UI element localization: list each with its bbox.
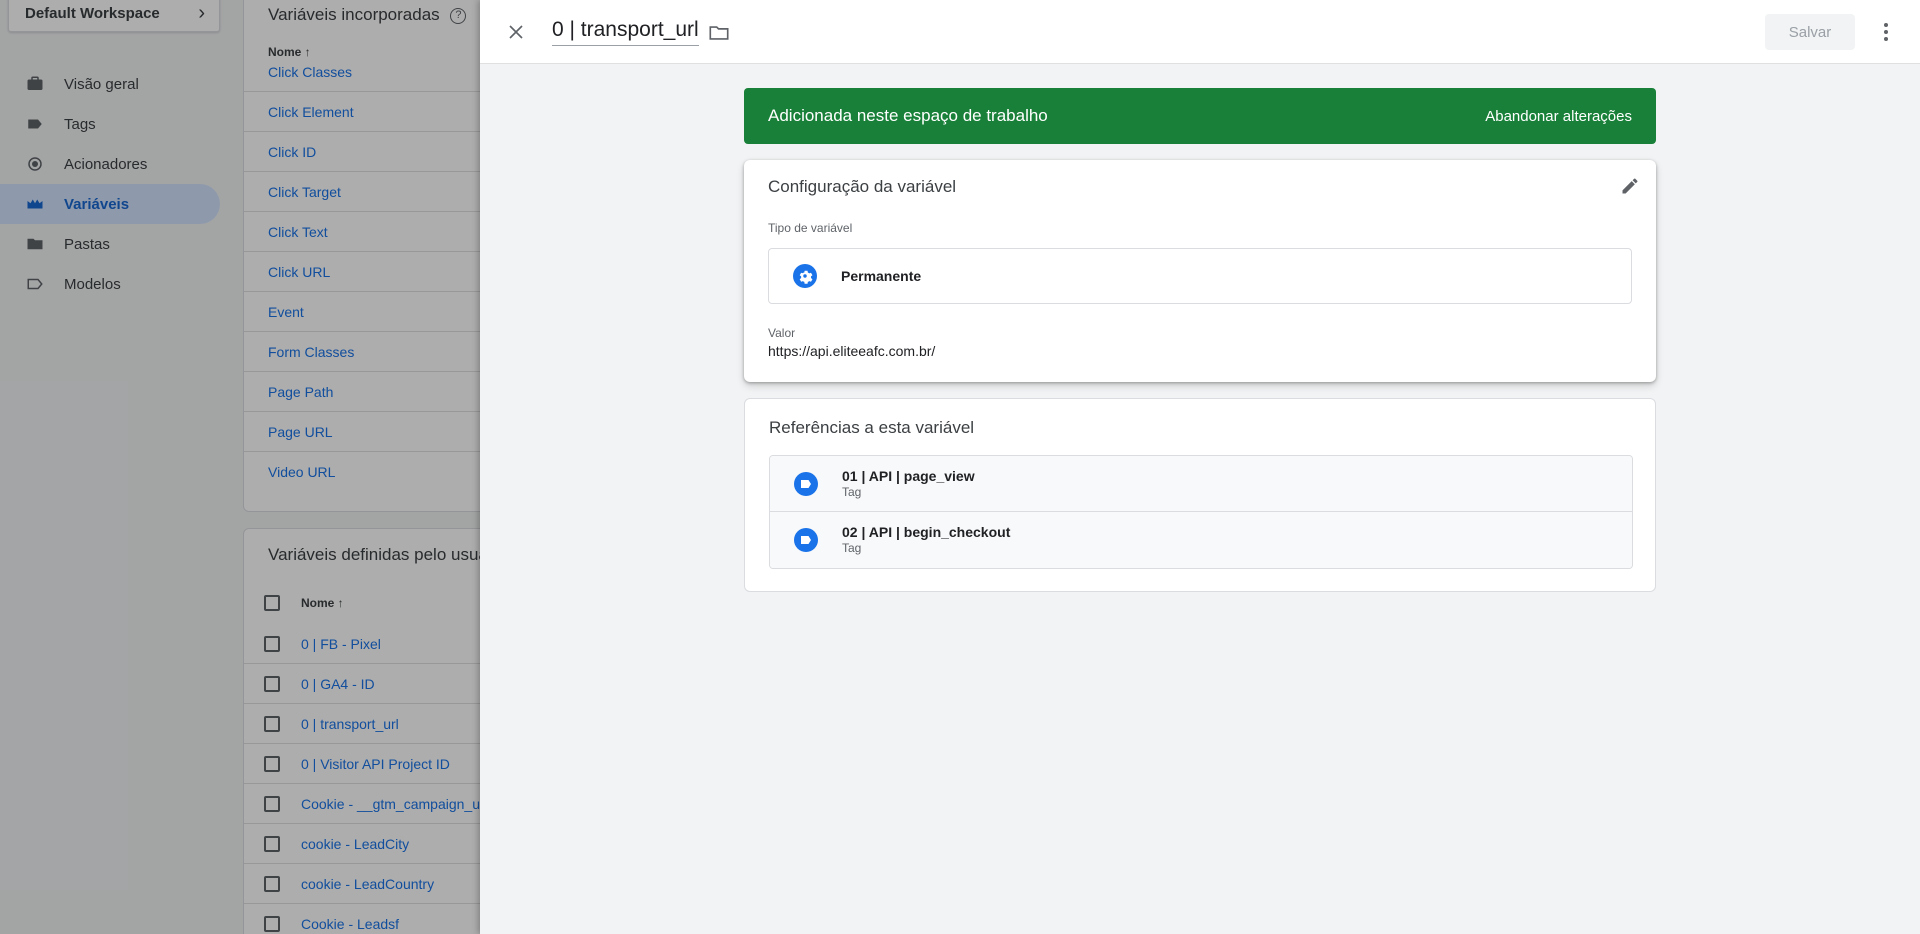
references-card: Referências a esta variável 01 | API | p… [744, 398, 1656, 592]
reference-item[interactable]: 02 | API | begin_checkout Tag [770, 512, 1632, 568]
value-label: Valor [768, 326, 796, 340]
folder-outline-icon [709, 26, 729, 40]
reference-name: 02 | API | begin_checkout [842, 524, 1011, 540]
close-icon [509, 25, 523, 39]
references-list: 01 | API | page_view Tag 02 | API | begi… [769, 455, 1633, 569]
variable-configuration-card[interactable]: Configuração da variável Tipo de variáve… [744, 160, 1656, 382]
scrim-overlay[interactable] [0, 0, 480, 934]
discard-changes-button[interactable]: Abandonar alterações [1485, 108, 1632, 125]
variable-detail-panel: 0 | transport_url Salvar Adicionada nest… [480, 0, 1920, 934]
more-vert-icon [1884, 23, 1888, 41]
gear-icon [793, 264, 817, 288]
variable-type-name: Permanente [841, 268, 922, 284]
references-title: Referências a esta variável [769, 418, 975, 437]
pencil-icon [1622, 178, 1638, 194]
reference-type: Tag [842, 541, 862, 555]
config-title: Configuração da variável [768, 177, 957, 196]
save-button[interactable]: Salvar [1765, 14, 1855, 50]
more-options-button[interactable] [1872, 18, 1900, 46]
tag-icon [794, 471, 818, 496]
reference-type: Tag [842, 484, 862, 499]
variable-type-box: Permanente [768, 248, 1632, 304]
variable-name-field[interactable]: 0 | transport_url [552, 18, 699, 46]
variable-value: https://api.eliteeafc.com.br/ [768, 343, 936, 359]
edit-button[interactable] [1618, 174, 1642, 198]
panel-header: 0 | transport_url Salvar [480, 0, 1920, 64]
tag-icon [794, 528, 818, 552]
reference-name: 01 | API | page_view [842, 467, 975, 484]
reference-item[interactable]: 01 | API | page_view Tag [770, 456, 1632, 512]
variable-type-label: Tipo de variável [768, 221, 853, 235]
close-button[interactable] [502, 18, 530, 46]
folder-button[interactable] [706, 20, 732, 46]
banner-text: Adicionada neste espaço de trabalho [768, 106, 1048, 125]
workspace-change-banner: Adicionada neste espaço de trabalho Aban… [744, 88, 1656, 144]
